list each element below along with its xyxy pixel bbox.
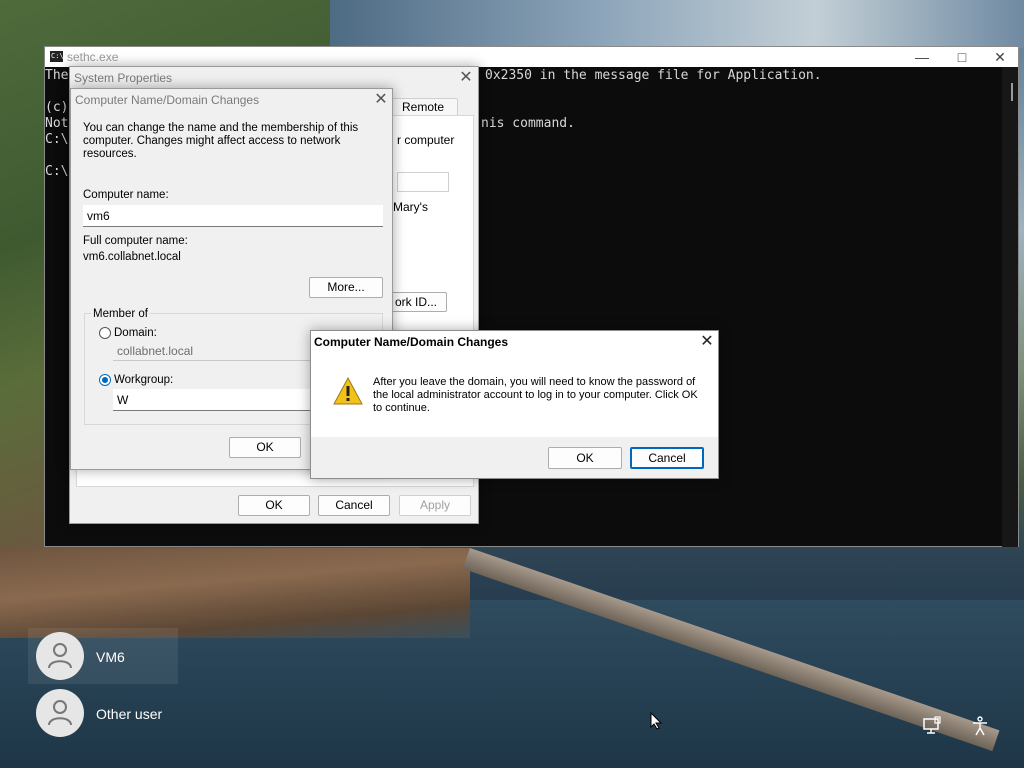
network-icon[interactable] [922, 716, 942, 736]
cmd-icon: C:\ [50, 51, 64, 62]
user-tile-vm6[interactable]: VM6 [28, 628, 178, 684]
wallpaper-sky [330, 0, 1024, 48]
cmd-line-7: C:\ [45, 164, 69, 179]
alert-cancel-button[interactable]: Cancel [630, 447, 704, 469]
user-name-vm6: VM6 [96, 649, 125, 665]
mouse-cursor-icon [650, 711, 663, 730]
alert-close-icon[interactable]: ✕ [699, 334, 715, 350]
full-name-value: vm6.collabnet.local [83, 251, 181, 263]
alert-dialog[interactable]: Computer Name/Domain Changes ✕ After you… [310, 330, 719, 479]
alert-title: Computer Name/Domain Changes [314, 335, 509, 349]
more-button[interactable]: More... [309, 277, 383, 298]
user-tile-other[interactable]: Other user [28, 686, 178, 742]
domain-changes-ok-button[interactable]: OK [229, 437, 301, 458]
domain-changes-close-icon[interactable]: ✕ [373, 92, 389, 108]
cmd-title: sethc.exe [67, 50, 119, 64]
partial-text-marys: Mary's [393, 200, 428, 214]
domain-changes-description: You can change the name and the membersh… [83, 122, 388, 161]
system-properties-apply-button[interactable]: Apply [399, 495, 471, 516]
cmd-line-4: Not [45, 116, 69, 131]
user-name-other: Other user [96, 706, 163, 722]
domain-label: Domain: [114, 327, 157, 339]
member-of-label: Member of [91, 308, 150, 320]
tab-remote[interactable]: Remote [388, 98, 458, 116]
alert-message: After you leave the domain, you will nee… [373, 376, 703, 415]
cmd-title-bar[interactable]: C:\ sethc.exe — □ ✕ [45, 47, 1018, 67]
alert-message-line-2: the local administrator account to log i… [373, 389, 698, 401]
computer-name-input[interactable] [83, 205, 383, 227]
workgroup-input[interactable] [113, 389, 311, 411]
cmd-output-right-2: nis command. [481, 116, 575, 131]
partial-description-field[interactable] [397, 172, 449, 192]
cmd-scrollbar[interactable] [1002, 67, 1018, 547]
computer-name-label: Computer name: [83, 189, 169, 201]
full-name-label: Full computer name: [83, 235, 188, 247]
system-properties-cancel-button[interactable]: Cancel [318, 495, 390, 516]
maximize-icon[interactable]: □ [943, 47, 981, 67]
alert-message-line-1: After you leave the domain, you will nee… [373, 376, 696, 388]
domain-input[interactable] [113, 341, 311, 361]
description-line-2: computer. Changes might affect access to… [83, 135, 341, 160]
cmd-line-1: The [45, 68, 69, 83]
system-properties-ok-button[interactable]: OK [238, 495, 310, 516]
system-properties-close-icon[interactable]: ✕ [458, 70, 474, 86]
cmd-line-3: (c) [45, 100, 69, 115]
minimize-icon[interactable]: — [903, 47, 941, 67]
alert-message-line-3: to continue. [373, 402, 430, 414]
network-id-button[interactable]: ork ID... [385, 292, 447, 312]
accessibility-icon[interactable] [970, 716, 990, 736]
cmd-line-5: C:\ [45, 132, 69, 147]
cmd-output-right-1: 0x2350 in the message file for Applicati… [485, 68, 822, 83]
alert-ok-button[interactable]: OK [548, 447, 622, 469]
domain-changes-title: Computer Name/Domain Changes [75, 93, 260, 107]
wallpaper-rocks [0, 548, 470, 638]
workgroup-label: Workgroup: [114, 374, 174, 386]
description-line-1: You can change the name and the membersh… [83, 122, 359, 134]
user-avatar-icon [36, 632, 84, 680]
partial-text-computer: r computer [397, 133, 455, 147]
workgroup-radio[interactable] [99, 374, 111, 386]
domain-radio[interactable] [99, 327, 111, 339]
warning-icon [333, 376, 363, 405]
cmd-scroll-thumb[interactable] [1011, 83, 1013, 101]
system-properties-title: System Properties [74, 71, 173, 85]
other-user-avatar-icon [36, 689, 84, 737]
close-icon[interactable]: ✕ [981, 47, 1019, 67]
